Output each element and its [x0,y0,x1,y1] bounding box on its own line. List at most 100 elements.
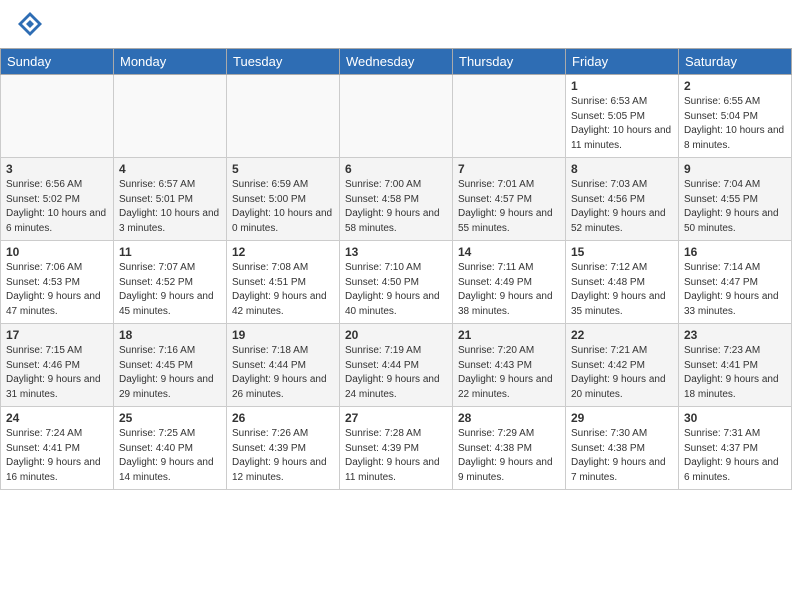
calendar-cell: 24 Sunrise: 7:24 AM Sunset: 4:41 PM Dayli… [1,407,114,490]
weekday-monday: Monday [114,49,227,75]
day-info: Sunrise: 7:08 AM Sunset: 4:51 PM Dayligh… [232,261,334,319]
day-info: Sunrise: 7:31 AM Sunset: 4:37 PM Dayligh… [684,427,786,485]
week-row-2: 10 Sunrise: 7:06 AM Sunset: 4:53 PM Dayli… [1,241,792,324]
calendar-cell: 16 Sunrise: 7:14 AM Sunset: 4:47 PM Dayli… [679,241,792,324]
weekday-wednesday: Wednesday [340,49,453,75]
day-number: 4 [119,162,221,176]
day-info: Sunrise: 7:19 AM Sunset: 4:44 PM Dayligh… [345,344,447,402]
day-number: 17 [6,328,108,342]
calendar-cell [1,75,114,158]
day-number: 1 [571,79,673,93]
day-info: Sunrise: 7:30 AM Sunset: 4:38 PM Dayligh… [571,427,673,485]
day-number: 16 [684,245,786,259]
day-number: 10 [6,245,108,259]
day-number: 2 [684,79,786,93]
calendar-cell: 10 Sunrise: 7:06 AM Sunset: 4:53 PM Dayli… [1,241,114,324]
calendar-cell: 23Sunrise: 7:23 AM Sunset: 4:41 PM Dayli… [679,324,792,407]
calendar-cell: 4 Sunrise: 6:57 AM Sunset: 5:01 PM Daylig… [114,158,227,241]
weekday-friday: Friday [566,49,679,75]
day-number: 12 [232,245,334,259]
day-info: Sunrise: 6:53 AM Sunset: 5:05 PM Dayligh… [571,95,673,153]
calendar-cell: 14Sunrise: 7:11 AM Sunset: 4:49 PM Dayli… [453,241,566,324]
day-info: Sunrise: 7:16 AM Sunset: 4:45 PM Dayligh… [119,344,221,402]
day-number: 8 [571,162,673,176]
calendar-cell: 20 Sunrise: 7:19 AM Sunset: 4:44 PM Dayli… [340,324,453,407]
header [0,0,792,44]
calendar-cell: 8 Sunrise: 7:03 AM Sunset: 4:56 PM Daylig… [566,158,679,241]
calendar-cell: 27 Sunrise: 7:28 AM Sunset: 4:39 PM Dayli… [340,407,453,490]
calendar-cell: 25Sunrise: 7:25 AM Sunset: 4:40 PM Dayli… [114,407,227,490]
calendar-cell: 11 Sunrise: 7:07 AM Sunset: 4:52 PM Dayli… [114,241,227,324]
day-info: Sunrise: 7:03 AM Sunset: 4:56 PM Dayligh… [571,178,673,236]
day-info: Sunrise: 7:18 AM Sunset: 4:44 PM Dayligh… [232,344,334,402]
calendar-cell: 30 Sunrise: 7:31 AM Sunset: 4:37 PM Dayli… [679,407,792,490]
day-info: Sunrise: 7:06 AM Sunset: 4:53 PM Dayligh… [6,261,108,319]
day-info: Sunrise: 7:23 AM Sunset: 4:41 PM Dayligh… [684,344,786,402]
day-number: 3 [6,162,108,176]
day-number: 14 [458,245,560,259]
day-number: 24 [6,411,108,425]
day-info: Sunrise: 7:28 AM Sunset: 4:39 PM Dayligh… [345,427,447,485]
calendar-cell: 29 Sunrise: 7:30 AM Sunset: 4:38 PM Dayli… [566,407,679,490]
day-number: 15 [571,245,673,259]
day-info: Sunrise: 7:26 AM Sunset: 4:39 PM Dayligh… [232,427,334,485]
calendar-cell: 18 Sunrise: 7:16 AM Sunset: 4:45 PM Dayli… [114,324,227,407]
week-row-3: 17 Sunrise: 7:15 AM Sunset: 4:46 PM Dayli… [1,324,792,407]
calendar-cell: 12 Sunrise: 7:08 AM Sunset: 4:51 PM Dayli… [227,241,340,324]
day-number: 28 [458,411,560,425]
week-row-1: 3 Sunrise: 6:56 AM Sunset: 5:02 PM Daylig… [1,158,792,241]
calendar: SundayMondayTuesdayWednesdayThursdayFrid… [0,48,792,490]
day-info: Sunrise: 7:04 AM Sunset: 4:55 PM Dayligh… [684,178,786,236]
calendar-cell: 13 Sunrise: 7:10 AM Sunset: 4:50 PM Dayli… [340,241,453,324]
day-info: Sunrise: 7:10 AM Sunset: 4:50 PM Dayligh… [345,261,447,319]
calendar-cell: 21 Sunrise: 7:20 AM Sunset: 4:43 PM Dayli… [453,324,566,407]
day-number: 20 [345,328,447,342]
day-number: 29 [571,411,673,425]
calendar-cell: 3 Sunrise: 6:56 AM Sunset: 5:02 PM Daylig… [1,158,114,241]
calendar-cell: 1 Sunrise: 6:53 AM Sunset: 5:05 PM Daylig… [566,75,679,158]
day-info: Sunrise: 7:21 AM Sunset: 4:42 PM Dayligh… [571,344,673,402]
calendar-cell: 7Sunrise: 7:01 AM Sunset: 4:57 PM Daylig… [453,158,566,241]
day-number: 9 [684,162,786,176]
logo [16,10,48,38]
calendar-cell: 9 Sunrise: 7:04 AM Sunset: 4:55 PM Daylig… [679,158,792,241]
day-info: Sunrise: 7:14 AM Sunset: 4:47 PM Dayligh… [684,261,786,319]
day-info: Sunrise: 7:15 AM Sunset: 4:46 PM Dayligh… [6,344,108,402]
day-number: 27 [345,411,447,425]
day-info: Sunrise: 6:56 AM Sunset: 5:02 PM Dayligh… [6,178,108,236]
day-number: 13 [345,245,447,259]
week-row-0: 1 Sunrise: 6:53 AM Sunset: 5:05 PM Daylig… [1,75,792,158]
day-info: Sunrise: 7:25 AM Sunset: 4:40 PM Dayligh… [119,427,221,485]
day-number: 26 [232,411,334,425]
calendar-cell: 28 Sunrise: 7:29 AM Sunset: 4:38 PM Dayli… [453,407,566,490]
day-info: Sunrise: 6:55 AM Sunset: 5:04 PM Dayligh… [684,95,786,153]
calendar-cell: 6 Sunrise: 7:00 AM Sunset: 4:58 PM Daylig… [340,158,453,241]
day-info: Sunrise: 7:20 AM Sunset: 4:43 PM Dayligh… [458,344,560,402]
day-info: Sunrise: 7:00 AM Sunset: 4:58 PM Dayligh… [345,178,447,236]
calendar-cell [114,75,227,158]
day-number: 30 [684,411,786,425]
day-info: Sunrise: 7:29 AM Sunset: 4:38 PM Dayligh… [458,427,560,485]
calendar-cell: 19 Sunrise: 7:18 AM Sunset: 4:44 PM Dayli… [227,324,340,407]
calendar-cell: 15 Sunrise: 7:12 AM Sunset: 4:48 PM Dayli… [566,241,679,324]
day-number: 22 [571,328,673,342]
day-info: Sunrise: 7:07 AM Sunset: 4:52 PM Dayligh… [119,261,221,319]
day-info: Sunrise: 7:24 AM Sunset: 4:41 PM Dayligh… [6,427,108,485]
calendar-body: 1 Sunrise: 6:53 AM Sunset: 5:05 PM Daylig… [1,75,792,490]
day-number: 11 [119,245,221,259]
day-number: 7 [458,162,560,176]
calendar-cell [227,75,340,158]
day-info: Sunrise: 6:57 AM Sunset: 5:01 PM Dayligh… [119,178,221,236]
weekday-header: SundayMondayTuesdayWednesdayThursdayFrid… [1,49,792,75]
day-number: 18 [119,328,221,342]
calendar-cell: 22 Sunrise: 7:21 AM Sunset: 4:42 PM Dayli… [566,324,679,407]
week-row-4: 24 Sunrise: 7:24 AM Sunset: 4:41 PM Dayli… [1,407,792,490]
weekday-tuesday: Tuesday [227,49,340,75]
day-number: 19 [232,328,334,342]
day-number: 21 [458,328,560,342]
calendar-cell: 5Sunrise: 6:59 AM Sunset: 5:00 PM Daylig… [227,158,340,241]
day-number: 6 [345,162,447,176]
calendar-cell: 2 Sunrise: 6:55 AM Sunset: 5:04 PM Daylig… [679,75,792,158]
calendar-cell [340,75,453,158]
day-info: Sunrise: 7:12 AM Sunset: 4:48 PM Dayligh… [571,261,673,319]
